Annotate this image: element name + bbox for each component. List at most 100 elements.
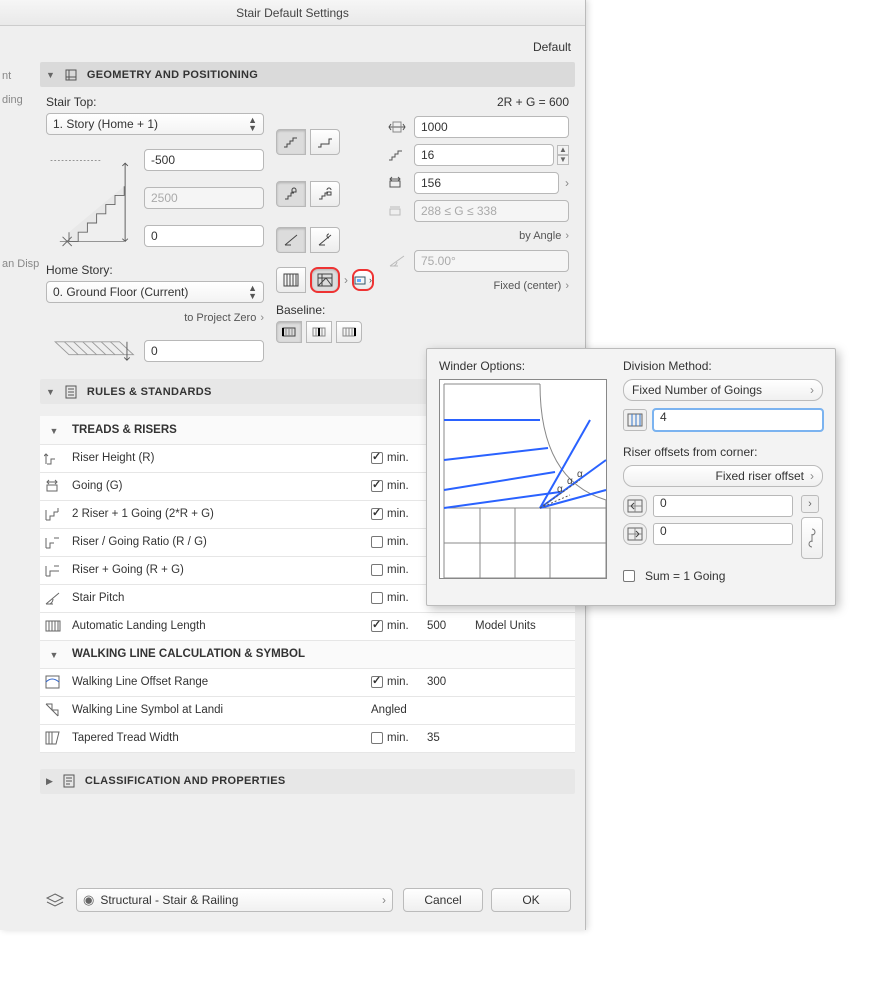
- geometry-middle-column: › › Baseline:: [270, 95, 380, 369]
- fixed-center-label: Fixed (center): [493, 280, 561, 292]
- project-zero-link[interactable]: to Project Zero›: [46, 307, 264, 329]
- rule-value[interactable]: Angled: [367, 696, 575, 724]
- pitch-icon: [40, 584, 68, 612]
- offset-after-icon: [623, 523, 647, 545]
- baseline-left-icon[interactable]: [276, 321, 302, 343]
- table-row: Tapered Tread Width min. 35: [40, 724, 575, 752]
- stair-top-value: 1. Story (Home + 1): [53, 114, 158, 134]
- angle-segment[interactable]: [276, 227, 374, 253]
- rule-value[interactable]: 300: [423, 668, 471, 696]
- fixed-center-link[interactable]: Fixed (center)›: [386, 275, 569, 297]
- offset-after-field[interactable]: 0: [653, 523, 793, 545]
- geometry-panel-header[interactable]: GEOMETRY AND POSITIONING: [40, 62, 575, 87]
- sidebar-item[interactable]: an Displ: [0, 252, 40, 276]
- total-height-field: 2500: [144, 187, 264, 209]
- step-count-field[interactable]: 16: [414, 144, 554, 166]
- disclosure-triangle-icon[interactable]: [46, 70, 55, 80]
- sum-checkbox[interactable]: [623, 570, 635, 582]
- top-offset-field[interactable]: -500: [144, 149, 264, 171]
- window-title: Stair Default Settings: [0, 0, 585, 26]
- flight-type-segment[interactable]: [276, 129, 374, 155]
- svg-text:α: α: [567, 476, 573, 487]
- disclosure-triangle-icon[interactable]: [50, 426, 59, 436]
- walking-symbol-icon: [40, 696, 68, 724]
- default-label: Default: [40, 34, 575, 62]
- min-checkbox[interactable]: min.: [367, 612, 423, 640]
- min-checkbox[interactable]: min.: [367, 444, 423, 472]
- panel-title: GEOMETRY AND POSITIONING: [87, 69, 258, 81]
- min-checkbox[interactable]: min.: [367, 668, 423, 696]
- classification-panel-header[interactable]: CLASSIFICATION AND PROPERTIES: [40, 769, 575, 794]
- rule-name: Going (G): [68, 472, 367, 500]
- winder-preview-icon: α α α: [439, 379, 607, 579]
- min-checkbox[interactable]: min.: [367, 724, 423, 752]
- riser-offset-mode-value: Fixed riser offset: [716, 469, 804, 483]
- min-checkbox[interactable]: min.: [367, 472, 423, 500]
- going-icon: [40, 472, 68, 500]
- goings-count-field[interactable]: 4: [653, 409, 823, 431]
- layer-select[interactable]: ◉ Structural - Stair & Railing ›: [76, 888, 393, 912]
- home-story-select[interactable]: 0. Ground Floor (Current) ▲▼: [46, 281, 264, 303]
- min-checkbox[interactable]: min.: [367, 584, 423, 612]
- flight-straight-icon[interactable]: [276, 129, 306, 155]
- rule-extra: Model Units: [471, 612, 575, 640]
- layer-label: Structural - Stair & Railing: [100, 893, 238, 907]
- by-angle-label: by Angle: [519, 230, 561, 242]
- rules-section-header: WALKING LINE CALCULATION & SYMBOL: [68, 640, 575, 668]
- riser-offsets-label: Riser offsets from corner:: [623, 445, 823, 459]
- going-range-icon: [386, 204, 408, 218]
- ok-button[interactable]: OK: [491, 888, 571, 912]
- rule-name: Riser / Going Ratio (R / G): [68, 528, 367, 556]
- chevron-right-icon: ›: [565, 230, 569, 242]
- division-method-value: Fixed Number of Goings: [632, 383, 762, 397]
- rule-name: Walking Line Offset Range: [68, 668, 367, 696]
- flight-landing-icon[interactable]: [310, 129, 340, 155]
- link-offsets-icon[interactable]: [801, 517, 823, 559]
- winder-options-popover: Winder Options: α α: [426, 348, 836, 606]
- stair-width-field[interactable]: 1000: [414, 116, 569, 138]
- tapered-icon: [40, 724, 68, 752]
- table-row: Walking Line Offset Range min. 300: [40, 668, 575, 696]
- by-angle-link[interactable]: by Angle ›: [386, 225, 569, 247]
- baseline-right-icon[interactable]: [336, 321, 362, 343]
- stair-top-select[interactable]: 1. Story (Home + 1) ▲▼: [46, 113, 264, 135]
- disclosure-triangle-icon[interactable]: [50, 650, 59, 660]
- sidebar-item[interactable]: ding: [0, 88, 40, 112]
- disclosure-triangle-icon[interactable]: [46, 387, 55, 397]
- chevron-right-icon: ›: [565, 176, 569, 190]
- plan-winder-icon[interactable]: [310, 267, 340, 293]
- min-checkbox[interactable]: min.: [367, 500, 423, 528]
- riser-offset-mode-select[interactable]: Fixed riser offset ›: [623, 465, 823, 487]
- offset-before-field[interactable]: 0: [653, 495, 793, 517]
- lock-segment[interactable]: [276, 181, 374, 207]
- lock-riser-icon[interactable]: [276, 181, 306, 207]
- min-checkbox[interactable]: min.: [367, 556, 423, 584]
- chevron-right-icon: ›: [810, 383, 814, 397]
- baseline-segment[interactable]: [276, 321, 374, 343]
- division-method-select[interactable]: Fixed Number of Goings ›: [623, 379, 823, 401]
- home-offset-field[interactable]: 0: [144, 340, 264, 362]
- rule-value[interactable]: 35: [423, 724, 471, 752]
- expand-offsets-button[interactable]: ›: [801, 495, 819, 513]
- stepper-icon[interactable]: ▲▼: [557, 145, 569, 165]
- rule-value[interactable]: 500: [423, 612, 471, 640]
- sidebar: nt ding an Displ: [0, 34, 40, 922]
- sidebar-item[interactable]: nt: [0, 64, 40, 88]
- eye-icon: ◉: [83, 892, 94, 908]
- angle-free-icon[interactable]: [310, 227, 340, 253]
- baseline-center-icon[interactable]: [306, 321, 332, 343]
- unlock-riser-icon[interactable]: [310, 181, 340, 207]
- going-field[interactable]: 156: [414, 172, 559, 194]
- rule-name: 2 Riser + 1 Going (2*R + G): [68, 500, 367, 528]
- winder-options-button[interactable]: ›: [352, 269, 374, 291]
- disclosure-triangle-icon[interactable]: [46, 776, 53, 787]
- plan-straight-icon[interactable]: [276, 267, 306, 293]
- bottom-offset-field[interactable]: 0: [144, 225, 264, 247]
- angle-locked-icon[interactable]: [276, 227, 306, 253]
- width-icon: [386, 120, 408, 134]
- min-checkbox[interactable]: min.: [367, 528, 423, 556]
- plan-type-segment[interactable]: [276, 267, 340, 293]
- formula-label: 2R + G = 600: [386, 95, 569, 109]
- cancel-button[interactable]: Cancel: [403, 888, 483, 912]
- formula-icon: [40, 500, 68, 528]
